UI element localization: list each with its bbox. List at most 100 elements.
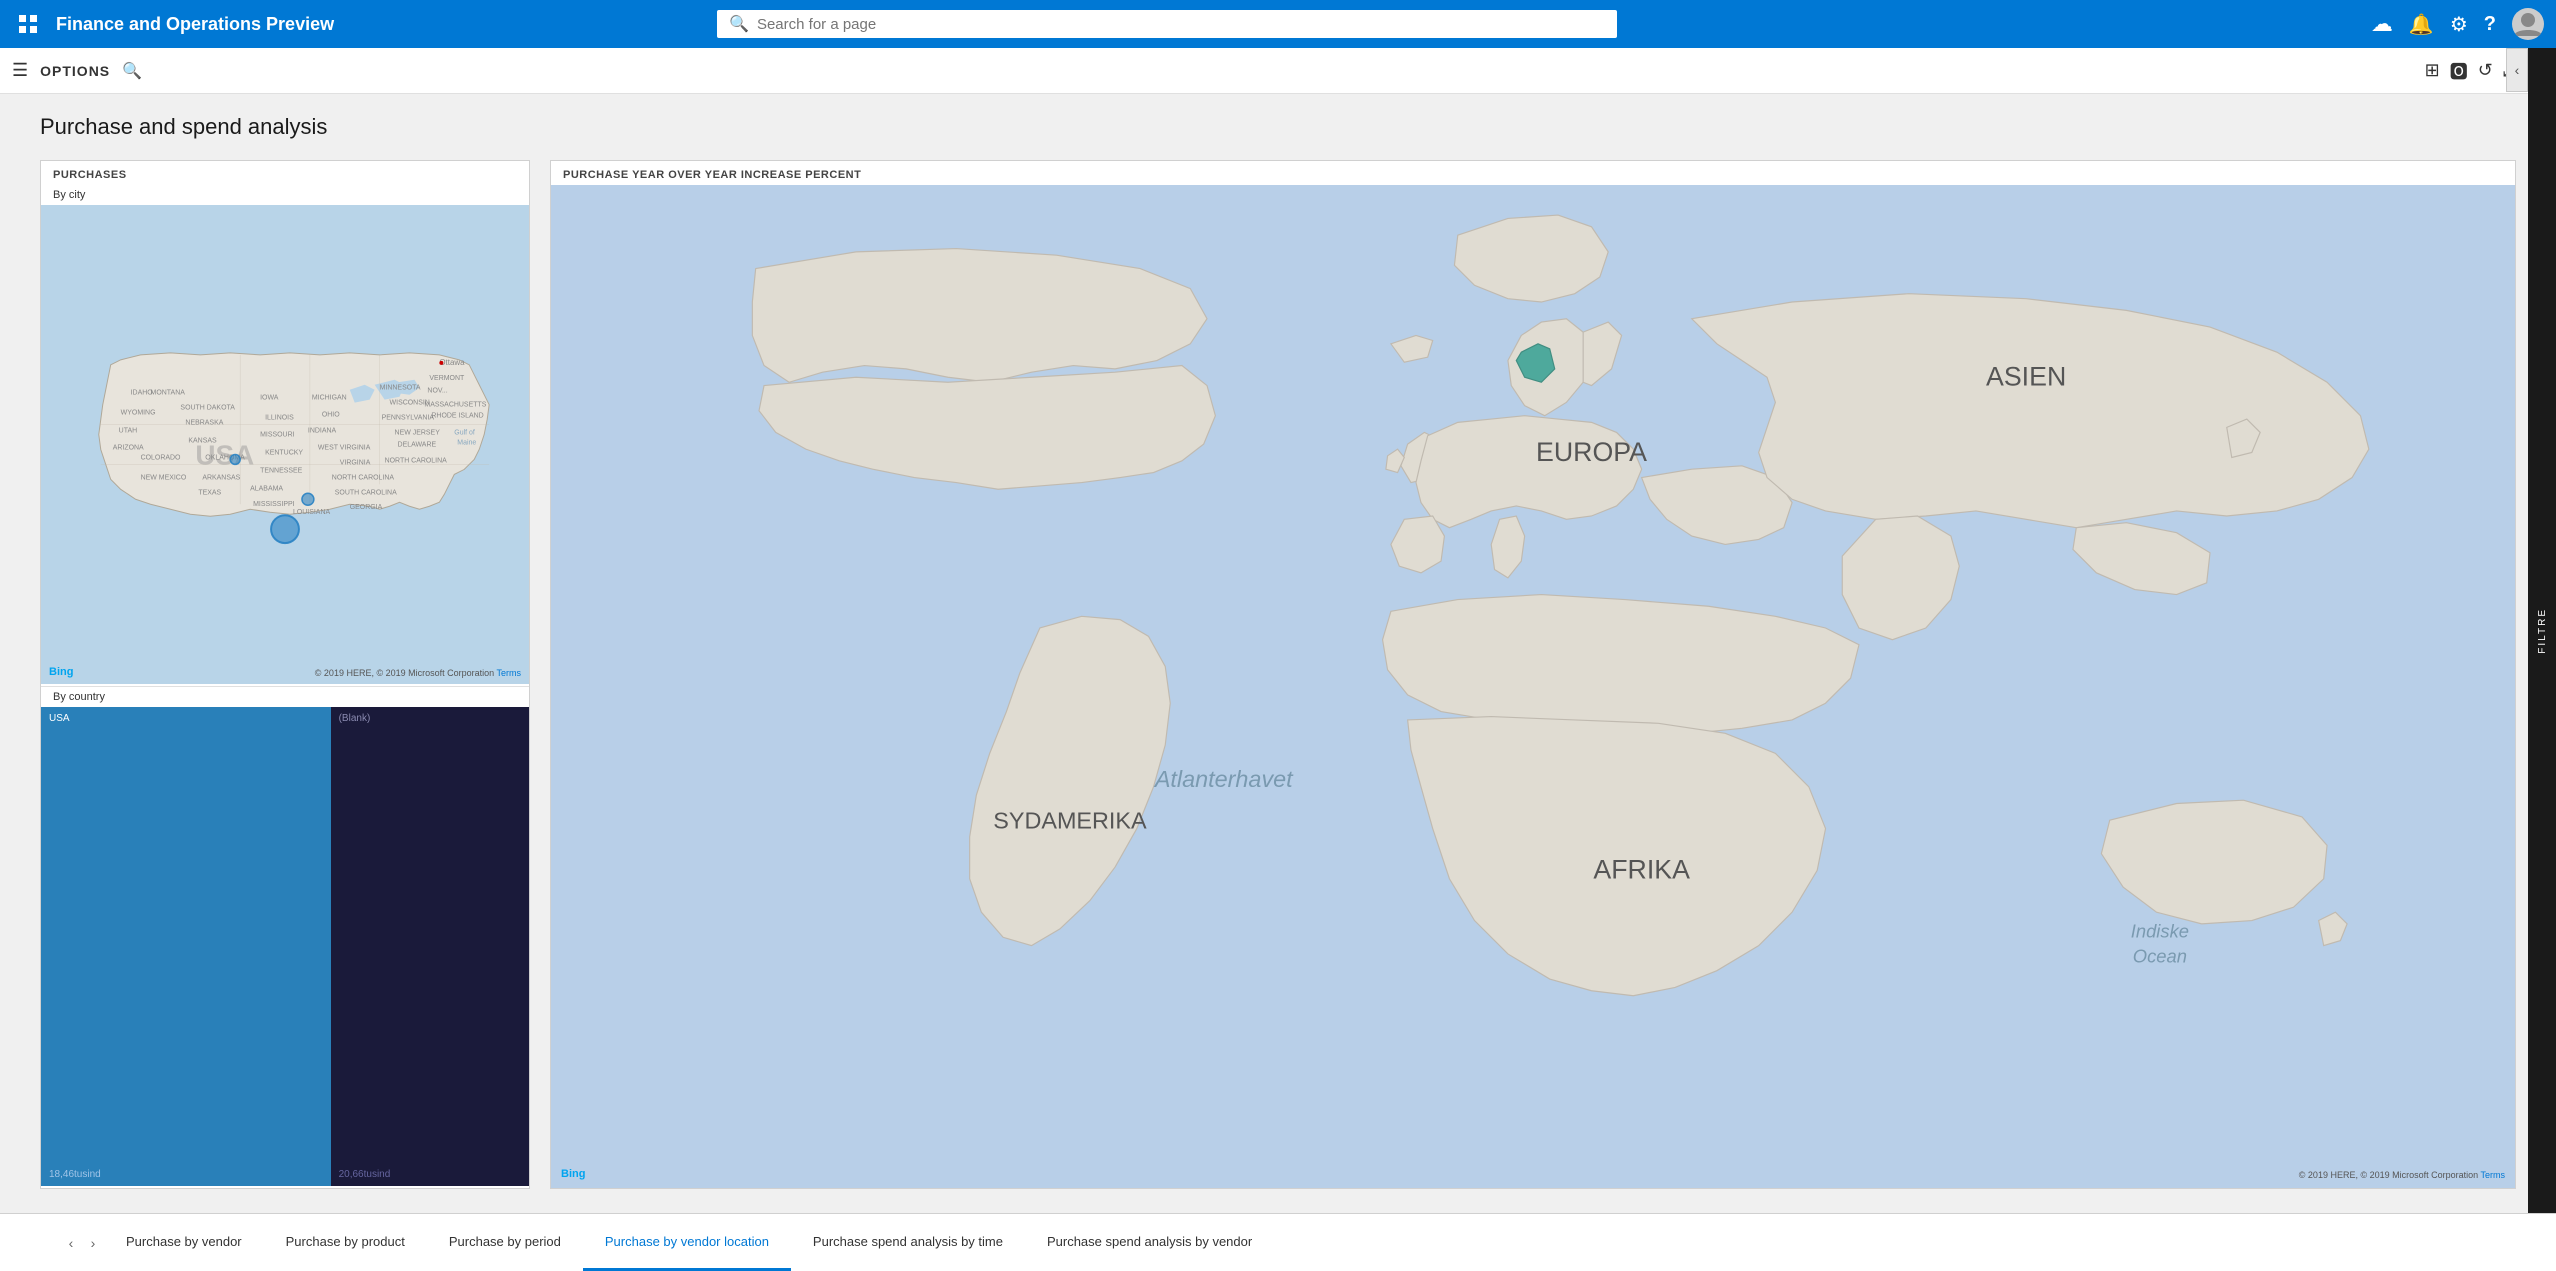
svg-text:NEW MEXICO: NEW MEXICO	[141, 474, 187, 481]
svg-text:COLORADO: COLORADO	[141, 454, 181, 461]
svg-text:RHODE ISLAND: RHODE ISLAND	[431, 413, 483, 420]
svg-text:PENNSYLVANIA: PENNSYLVANIA	[382, 415, 435, 422]
svg-text:MONTANA: MONTANA	[151, 390, 186, 397]
terms-link[interactable]: Terms	[497, 668, 522, 678]
svg-text:NEW JERSEY: NEW JERSEY	[395, 430, 441, 437]
treemap-usa[interactable]: USA 18,46tusind	[41, 707, 331, 1186]
treemap-blank-label: (Blank)	[339, 713, 371, 724]
world-map[interactable]: EUROPA ASIEN Atlanterhavet AFRIKA SYDAME…	[551, 185, 2515, 1188]
tab-purchase-spend-analysis-by-time[interactable]: Purchase spend analysis by time	[791, 1214, 1025, 1271]
tab-purchase-spend-analysis-by-vendor[interactable]: Purchase spend analysis by vendor	[1025, 1214, 1274, 1271]
tab-purchase-by-product[interactable]: Purchase by product	[264, 1214, 427, 1271]
by-country-section: By country USA 18,46tusind (Blank) 20,66…	[41, 687, 529, 1188]
dashboard-grid: PURCHASES By city	[40, 160, 2516, 1189]
svg-text:MICHIGAN: MICHIGAN	[312, 395, 347, 402]
svg-text:SOUTH CAROLINA: SOUTH CAROLINA	[335, 489, 397, 496]
options-bar: ☰ OPTIONS 🔍 ⊞ 🅾 ↺ ⤢ ✕	[0, 48, 2556, 94]
treemap-blank[interactable]: (Blank) 20,66tusind	[331, 707, 529, 1186]
tab-right-arrow[interactable]: ›	[82, 1214, 104, 1271]
page-title: Purchase and spend analysis	[40, 114, 2516, 140]
svg-text:UTAH: UTAH	[119, 428, 137, 435]
world-bing-logo: Bing	[561, 1168, 585, 1180]
svg-text:SOUTH DAKOTA: SOUTH DAKOTA	[180, 405, 235, 412]
bell-icon[interactable]: 🔔	[2409, 12, 2434, 37]
bing-logo: Bing	[49, 666, 73, 678]
main-content: Purchase and spend analysis PURCHASES By…	[0, 94, 2556, 1213]
svg-text:Atlanterhavet: Atlanterhavet	[1153, 766, 1294, 792]
svg-text:ASIEN: ASIEN	[1986, 362, 2066, 392]
svg-text:MISSISSIPPI: MISSISSIPPI	[253, 501, 295, 508]
purchases-panel: PURCHASES By city	[40, 160, 530, 1189]
svg-text:AFRIKA: AFRIKA	[1593, 855, 1690, 885]
svg-text:INDIANA: INDIANA	[308, 428, 337, 435]
bing-terms-usa: © 2019 HERE, © 2019 Microsoft Corporatio…	[315, 668, 521, 678]
world-bing-terms: © 2019 HERE, © 2019 Microsoft Corporatio…	[2299, 1170, 2505, 1180]
world-map-svg: EUROPA ASIEN Atlanterhavet AFRIKA SYDAME…	[551, 185, 2515, 1188]
office-icon[interactable]: 🅾	[2450, 58, 2468, 84]
svg-text:Gulf of: Gulf of	[454, 430, 475, 437]
avatar[interactable]	[2512, 8, 2544, 40]
svg-text:GEORGIA: GEORGIA	[350, 504, 383, 511]
usa-map-container[interactable]: IDAHO WYOMING UTAH ARIZONA MONTANA SOUTH…	[41, 205, 529, 684]
svg-text:IOWA: IOWA	[260, 395, 279, 402]
treemap-blank-value: 20,66tusind	[339, 1169, 521, 1180]
year-over-year-panel: PURCHASE YEAR OVER YEAR INCREASE PERCENT	[550, 160, 2516, 1189]
treemap-usa-value: 18,46tusind	[49, 1169, 323, 1180]
svg-text:USA: USA	[195, 439, 254, 470]
year-panel-header: PURCHASE YEAR OVER YEAR INCREASE PERCENT	[551, 161, 2515, 185]
treemap-container[interactable]: USA 18,46tusind (Blank) 20,66tusind	[41, 707, 529, 1186]
svg-text:ARIZONA: ARIZONA	[113, 444, 144, 451]
svg-text:Indiske: Indiske	[2131, 920, 2189, 941]
by-city-label: By city	[41, 185, 529, 205]
svg-text:EUROPA: EUROPA	[1536, 437, 1647, 467]
tab-purchase-by-period[interactable]: Purchase by period	[427, 1214, 583, 1271]
svg-text:VIRGINIA: VIRGINIA	[340, 459, 371, 466]
svg-text:MASSACHUSETTS: MASSACHUSETTS	[424, 402, 486, 409]
svg-text:NORTH CAROLINA: NORTH CAROLINA	[385, 457, 448, 464]
svg-text:MINNESOTA: MINNESOTA	[380, 385, 421, 392]
grid-icon[interactable]	[12, 14, 44, 34]
svg-text:Maine: Maine	[457, 440, 476, 447]
purchases-panel-header: PURCHASES	[41, 161, 529, 185]
top-bar-right-actions: ☁ 🔔 ⚙ ?	[2371, 8, 2544, 40]
cloud-icon[interactable]: ☁	[2371, 11, 2393, 37]
refresh-icon[interactable]: ↺	[2478, 60, 2493, 81]
svg-text:WEST VIRGINIA: WEST VIRGINIA	[318, 444, 371, 451]
svg-text:TENNESSEE: TENNESSEE	[260, 467, 303, 474]
by-country-label: By country	[41, 687, 529, 707]
svg-text:ARKANSAS: ARKANSAS	[202, 474, 240, 481]
tab-left-arrow[interactable]: ‹	[60, 1214, 82, 1271]
filter-sidebar[interactable]: FILTRE	[2528, 48, 2556, 1213]
app-title: Finance and Operations Preview	[56, 14, 334, 35]
svg-text:ILLINOIS: ILLINOIS	[265, 415, 294, 422]
tab-purchase-by-vendor[interactable]: Purchase by vendor	[104, 1214, 264, 1271]
svg-text:OHIO: OHIO	[322, 412, 340, 419]
filter-label: FILTRE	[2537, 608, 2548, 654]
svg-text:DELAWARE: DELAWARE	[398, 441, 437, 448]
filter-expand-button[interactable]: ‹	[2506, 48, 2528, 92]
by-city-section: By city	[41, 185, 529, 687]
svg-text:NOV...: NOV...	[427, 388, 447, 395]
chevron-left-icon: ‹	[2515, 62, 2520, 78]
treemap-usa-label: USA	[49, 713, 70, 724]
svg-text:ALABAMA: ALABAMA	[250, 485, 283, 492]
svg-text:KENTUCKY: KENTUCKY	[265, 449, 303, 456]
svg-text:LOUISIANA: LOUISIANA	[293, 509, 331, 516]
svg-text:Ocean: Ocean	[2133, 945, 2187, 966]
svg-text:MISSOURI: MISSOURI	[260, 432, 295, 439]
world-terms-link[interactable]: Terms	[2481, 1170, 2506, 1180]
tab-purchase-by-vendor-location[interactable]: Purchase by vendor location	[583, 1214, 791, 1271]
search-bar[interactable]: 🔍	[717, 10, 1617, 38]
top-navigation: Finance and Operations Preview 🔍 ☁ 🔔 ⚙ ?	[0, 0, 2556, 48]
gear-icon[interactable]: ⚙	[2450, 12, 2468, 37]
svg-text:NEBRASKA: NEBRASKA	[185, 420, 223, 427]
svg-text:TEXAS: TEXAS	[198, 489, 221, 496]
search-small-icon[interactable]: 🔍	[122, 61, 142, 81]
usa-map-svg: IDAHO WYOMING UTAH ARIZONA MONTANA SOUTH…	[41, 205, 529, 684]
dashboard-icon[interactable]: ⊞	[2425, 60, 2440, 81]
help-icon[interactable]: ?	[2484, 13, 2496, 36]
svg-text:VERMONT: VERMONT	[429, 375, 465, 382]
bottom-tab-bar: ‹ › Purchase by vendor Purchase by produ…	[0, 1213, 2556, 1271]
hamburger-icon[interactable]: ☰	[12, 60, 28, 81]
search-input[interactable]	[757, 16, 1605, 33]
